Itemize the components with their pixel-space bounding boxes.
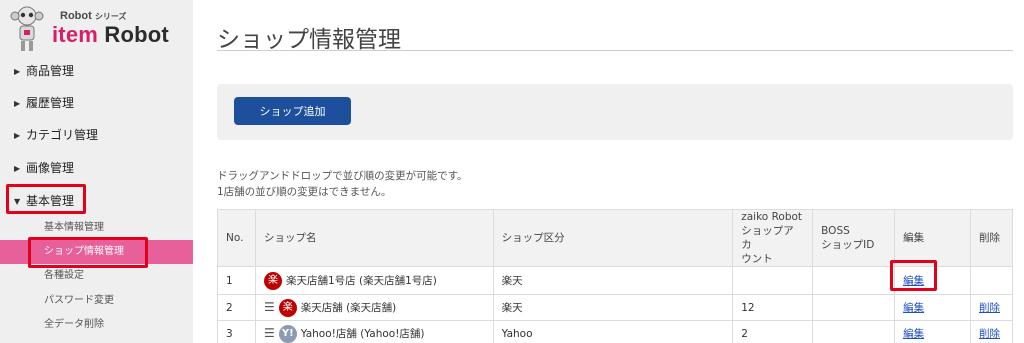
delete-link[interactable]: 削除 [979,328,1000,340]
cell-shop-type: 楽天 [492,294,734,321]
cell-edit: 編集 [894,266,971,295]
edit-link[interactable]: 編集 [903,328,924,340]
cell-no: 1 [217,266,256,295]
table-row[interactable]: 3 ☰ Y! Yahoo!店舗 (Yahoo!店舗) Yahoo 2 編集 削除 [217,320,1014,343]
col-header-no: No. [217,209,256,267]
caret-down-icon: ▼ [14,196,21,206]
col-header-zaiko-account: zaiko Robot ショップアカ ウント [732,209,814,267]
logo-series-text: Robot シリーズ [60,10,127,22]
cell-boss [812,294,896,321]
page-title: ショップ情報管理 [217,27,401,53]
nav-item-categories[interactable]: ▶ カテゴリ管理 [14,126,98,144]
nav-item-label: 商品管理 [26,64,75,78]
subnav-password[interactable]: パスワード変更 [44,293,114,309]
logo-brand-text: item Robot [52,22,169,47]
cell-no: 3 [217,320,256,343]
table-row[interactable]: 2 ☰ 楽楽天店舗 (楽天店舗) 楽天 12 編集 削除 [217,294,1014,321]
drag-note: ドラッグアンドドロップで並び順の変更が可能です。 [217,170,468,182]
cell-boss [812,266,896,295]
cell-shop-name: ☰ 楽楽天店舗 (楽天店舗) [254,294,494,321]
cell-zaiko [732,266,814,295]
add-shop-button[interactable]: ショップ追加 [234,97,351,125]
cell-edit: 編集 [894,294,971,321]
app-root: Robot シリーズ item Robot ▶ 商品管理 ▶ 履歴管理 ▶ カテゴリ管… [0,0,1024,343]
nav-item-images[interactable]: ▶ 画像管理 [14,159,74,177]
logo[interactable]: Robot シリーズ item Robot [8,6,188,54]
title-divider [217,50,1013,51]
edit-link[interactable]: 編集 [903,302,924,314]
cell-delete [969,266,1014,295]
col-header-shop-name: ショップ名 [254,209,494,267]
nav-item-label: 履歴管理 [26,96,75,110]
rakuten-icon: 楽 [278,298,297,317]
table-header-row: No. ショップ名 ショップ区分 zaiko Robot ショップアカ ウント BO… [217,209,1014,267]
yahoo-icon: Y! [278,324,297,343]
nav-item-label: 基本管理 [26,194,75,208]
cell-shop-type: 楽天 [492,266,734,295]
cell-shop-type: Yahoo [492,320,734,343]
cell-shop-name: 楽楽天店舗1号店 (楽天店舗1号店) [254,266,494,295]
cell-zaiko: 2 [732,320,814,343]
sidebar: Robot シリーズ item Robot ▶ 商品管理 ▶ 履歴管理 ▶ カテゴリ管… [0,0,193,343]
nav-item-history[interactable]: ▶ 履歴管理 [14,94,74,112]
drag-handle-icon[interactable]: ☰ [264,300,275,314]
caret-right-icon: ▶ [14,98,21,108]
drag-handle-icon[interactable]: ☰ [264,326,275,340]
nav-item-label: 画像管理 [26,161,75,175]
subnav-shop-info[interactable]: ショップ情報管理 [44,244,124,260]
cell-delete: 削除 [969,294,1014,321]
action-panel: ショップ追加 [217,84,1013,140]
delete-link[interactable]: 削除 [979,302,1000,314]
caret-right-icon: ▶ [14,130,21,140]
cell-shop-name: ☰ Y! Yahoo!店舗 (Yahoo!店舗) [254,320,494,343]
caret-right-icon: ▶ [14,163,21,173]
nav-item-basic[interactable]: ▼ 基本管理 [14,192,74,210]
cell-zaiko: 12 [732,294,814,321]
nav-item-label: カテゴリ管理 [26,128,99,142]
cell-edit: 編集 [894,320,971,343]
robot-mascot-icon [10,6,44,51]
col-header-delete: 削除 [969,209,1014,267]
col-header-shop-type: ショップ区分 [492,209,734,267]
cell-no: 2 [217,294,256,321]
reorder-note: 1店舗の並び順の変更はできません。 [217,186,392,198]
table-row[interactable]: 1 楽楽天店舗1号店 (楽天店舗1号店) 楽天 編集 [217,266,1014,295]
subnav-settings[interactable]: 各種設定 [44,268,84,284]
subnav-basic-info[interactable]: 基本情報管理 [44,220,104,236]
shop-table: No. ショップ名 ショップ区分 zaiko Robot ショップアカ ウント BO… [217,209,1014,343]
col-header-boss-id: BOSS ショップID [812,209,896,267]
caret-right-icon: ▶ [14,66,21,76]
nav-item-products[interactable]: ▶ 商品管理 [14,62,74,80]
rakuten-icon: 楽 [263,271,282,290]
edit-link[interactable]: 編集 [903,275,924,287]
cell-delete: 削除 [969,320,1014,343]
cell-boss [812,320,896,343]
col-header-edit: 編集 [894,209,971,267]
subnav-delete-all[interactable]: 全データ削除 [44,317,104,333]
